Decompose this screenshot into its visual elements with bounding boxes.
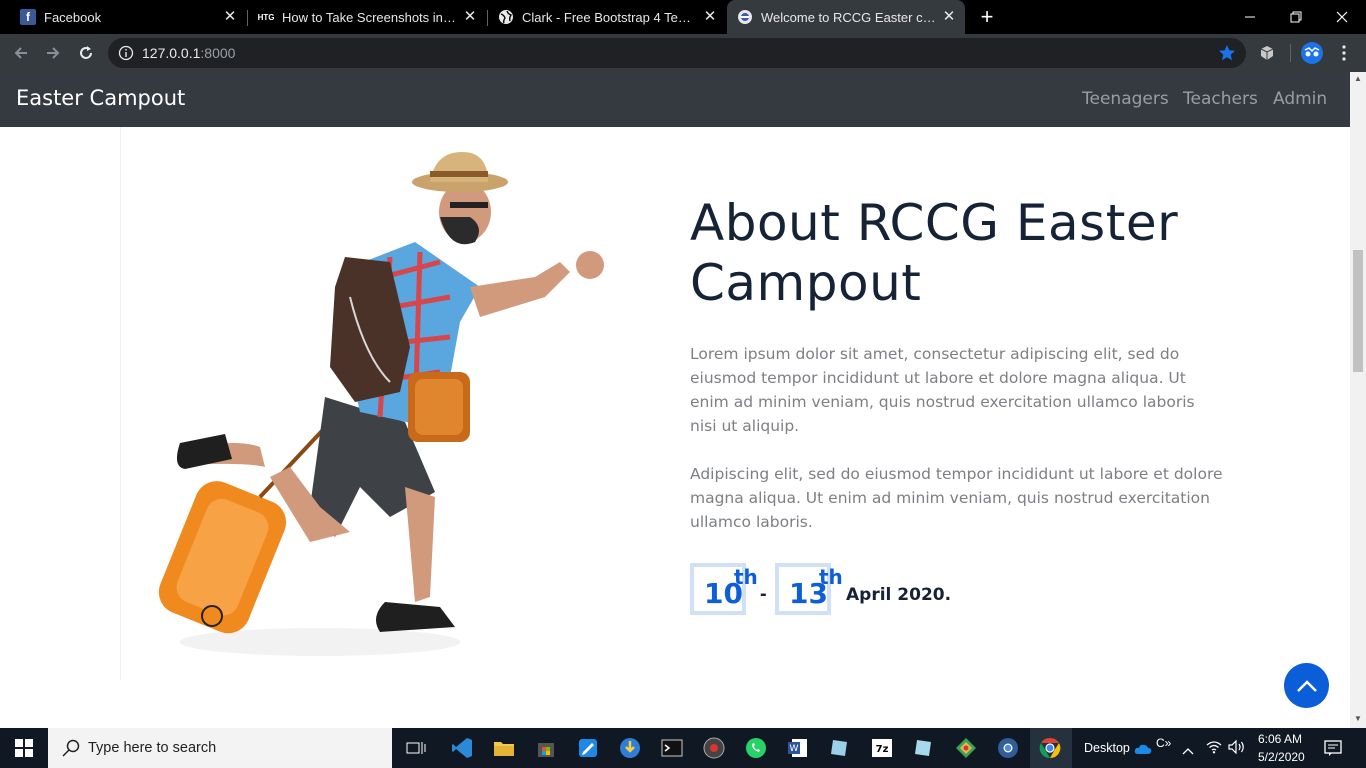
start-day-suffix: th: [734, 565, 758, 589]
globe-icon: [498, 9, 514, 25]
scrollbar-thumb[interactable]: [1353, 250, 1363, 372]
tab-htg[interactable]: HTG How to Take Screenshots in Windows ✕: [248, 0, 486, 34]
tab-clark[interactable]: Clark - Free Bootstrap 4 Template ✕: [488, 0, 726, 34]
tab-title: How to Take Screenshots in Windows: [282, 9, 458, 25]
minimize-icon[interactable]: [1227, 0, 1273, 34]
end-day-suffix: th: [819, 565, 843, 589]
address-bar[interactable]: 127.0.0.1:8000: [108, 38, 1246, 68]
wifi-icon[interactable]: [1206, 740, 1222, 759]
url-host: 127.0.0.1: [142, 45, 201, 61]
about-section: About RCCG Easter Campout Lorem ipsum do…: [0, 127, 1350, 728]
date-month-year: April 2020.: [846, 585, 952, 605]
nav-link-teenagers[interactable]: Teenagers: [1082, 89, 1169, 109]
close-icon[interactable]: ✕: [222, 9, 238, 25]
scroll-down-arrow-icon[interactable]: ▼: [1353, 714, 1363, 724]
tab-title: Clark - Free Bootstrap 4 Template: [522, 9, 698, 25]
profile-avatar-icon[interactable]: [1299, 40, 1325, 66]
extension-cube-icon[interactable]: [1254, 40, 1280, 66]
notes-app-2-icon[interactable]: [910, 734, 938, 762]
tab-rccg[interactable]: Welcome to RCCG Easter campout ✕: [727, 0, 965, 34]
whatsapp-icon[interactable]: [742, 734, 770, 762]
taskbar-search-box[interactable]: Type here to search: [48, 728, 392, 768]
media-player-icon[interactable]: [700, 734, 728, 762]
svg-text:W: W: [790, 744, 799, 754]
volume-icon[interactable]: [1228, 739, 1246, 759]
browser-tab-bar: f Facebook ✕ HTG How to Take Screenshots…: [0, 0, 1366, 34]
store-bag-icon[interactable]: [532, 734, 560, 762]
notes-app-icon[interactable]: [826, 734, 854, 762]
scroll-up-arrow-icon[interactable]: ▲: [1353, 74, 1363, 84]
chrome-active-icon[interactable]: [1036, 734, 1064, 762]
start-date-box: 10 th: [690, 563, 758, 615]
toolbar-divider: [1290, 44, 1291, 62]
file-explorer-icon[interactable]: [490, 734, 518, 762]
onedrive-icon[interactable]: [1134, 742, 1152, 760]
vscode-icon[interactable]: [448, 734, 476, 762]
traveler-image: [158, 152, 604, 656]
about-paragraph-1: Lorem ipsum dolor sit amet, consectetur …: [690, 345, 1195, 435]
column-divider: [120, 127, 121, 680]
chevron-up-icon[interactable]: [1182, 742, 1194, 760]
facebook-icon: f: [20, 9, 36, 25]
about-paragraph-2: Adipiscing elit, sed do eiusmod tempor i…: [690, 465, 1223, 531]
bookmark-star-icon[interactable]: [1218, 44, 1236, 67]
search-icon: [62, 739, 80, 762]
download-manager-icon[interactable]: [616, 734, 644, 762]
restore-icon[interactable]: [1273, 0, 1319, 34]
windows-taskbar: Type here to search W 7z Desktop C» 6:06…: [0, 728, 1366, 768]
end-date-box: 13 th: [775, 563, 843, 615]
edit-app-icon[interactable]: [574, 734, 602, 762]
close-icon[interactable]: ✕: [941, 9, 957, 25]
browser-toolbar: 127.0.0.1:8000: [0, 34, 1366, 72]
clock-time[interactable]: 6:06 AM: [1258, 732, 1302, 746]
url-text: 127.0.0.1:8000: [142, 45, 235, 61]
site-icon: [737, 9, 753, 25]
chrome-icon[interactable]: [994, 734, 1022, 762]
7zip-icon[interactable]: 7z: [868, 734, 896, 762]
notifications-icon[interactable]: [1324, 739, 1342, 762]
reload-icon[interactable]: [73, 40, 99, 66]
tray-overflow-icon[interactable]: C»: [1156, 736, 1171, 750]
search-placeholder: Type here to search: [88, 740, 217, 756]
tab-title: Facebook: [44, 9, 102, 25]
terminal-icon[interactable]: [658, 734, 686, 762]
chevron-up-icon: [1296, 679, 1317, 692]
task-view-icon[interactable]: [402, 734, 430, 762]
git-kraken-icon[interactable]: [952, 734, 980, 762]
site-brand[interactable]: Easter Campout: [16, 86, 185, 110]
svg-text:7z: 7z: [876, 744, 889, 755]
tab-title: Welcome to RCCG Easter campout: [761, 9, 937, 25]
site-navbar: Easter Campout Teenagers Teachers Admin: [0, 72, 1350, 127]
clock-date[interactable]: 5/2/2020: [1258, 750, 1305, 764]
close-icon[interactable]: ✕: [702, 9, 718, 25]
close-window-icon[interactable]: [1319, 0, 1365, 34]
new-tab-button[interactable]: +: [972, 0, 1002, 34]
back-icon[interactable]: [8, 40, 34, 66]
page-scrollbar[interactable]: ▲ ▼: [1350, 72, 1366, 728]
nav-link-admin[interactable]: Admin: [1273, 89, 1327, 109]
nav-link-teachers[interactable]: Teachers: [1183, 89, 1258, 109]
windows-start-icon[interactable]: [0, 728, 48, 768]
scroll-to-top-button[interactable]: [1284, 663, 1329, 708]
info-icon[interactable]: [118, 45, 134, 66]
desktop-toolbar-label[interactable]: Desktop: [1084, 741, 1130, 755]
menu-kebab-icon[interactable]: [1331, 40, 1357, 66]
url-port: :8000: [200, 45, 236, 61]
date-separator: -: [760, 583, 767, 605]
close-icon[interactable]: ✕: [462, 9, 478, 25]
forward-icon[interactable]: [40, 40, 66, 66]
htg-icon: HTG: [257, 12, 275, 22]
about-title: About RCCG Easter Campout: [690, 194, 1179, 312]
word-icon[interactable]: W: [784, 734, 812, 762]
tab-facebook[interactable]: f Facebook ✕: [8, 0, 246, 34]
